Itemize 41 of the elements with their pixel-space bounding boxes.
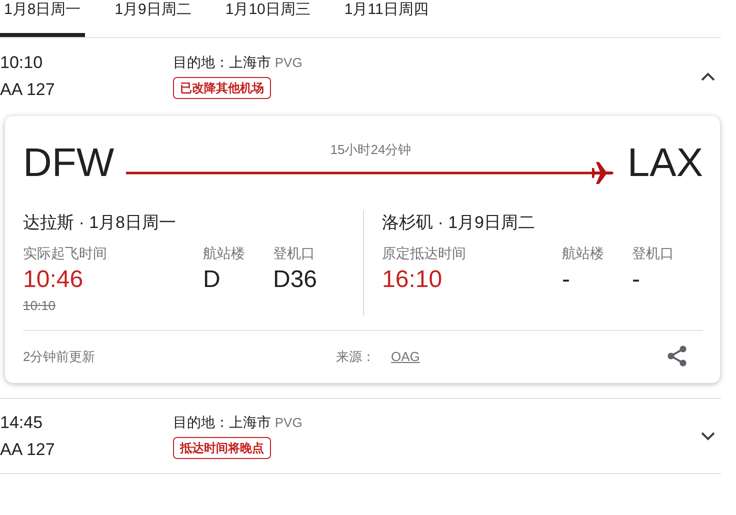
terminal-label: 航站楼 bbox=[562, 244, 605, 263]
destination-city: 上海市 bbox=[229, 414, 271, 430]
date-tab[interactable]: 1月9日周二 bbox=[110, 0, 196, 37]
departure-time: 10:10 bbox=[0, 52, 44, 74]
flight-number: AA 127 bbox=[0, 438, 56, 460]
flight-number: AA 127 bbox=[0, 78, 56, 100]
status-badge: 已改降其他机场 bbox=[173, 77, 271, 99]
gate-value: D36 bbox=[273, 265, 318, 295]
flight-duration: 15小时24分钟 bbox=[330, 141, 412, 159]
leg-heading: 达拉斯 · 1月8日周一 bbox=[23, 212, 178, 234]
time-value: 16:10 bbox=[382, 265, 444, 295]
gate-value: - bbox=[632, 265, 641, 295]
leg-heading: 洛杉矶 · 1月9日周二 bbox=[382, 212, 536, 234]
departure-time: 14:45 bbox=[0, 412, 44, 434]
route-line-plane-icon bbox=[126, 160, 616, 186]
terminal-value: D bbox=[203, 265, 222, 295]
gate-label: 登机口 bbox=[632, 244, 674, 263]
airport-code: PVG bbox=[274, 415, 302, 430]
origin-code: DFW bbox=[23, 140, 114, 185]
terminal-value: - bbox=[562, 265, 571, 295]
source-label: 来源： bbox=[336, 348, 375, 366]
date-tab[interactable]: 1月8日周一 bbox=[0, 0, 85, 37]
gate-label: 登机口 bbox=[273, 244, 316, 263]
terminal-label: 航站楼 bbox=[203, 244, 246, 263]
source-link[interactable]: OAG bbox=[391, 346, 420, 366]
destination-code: LAX bbox=[627, 140, 703, 185]
update-time: 2分钟前更新 bbox=[23, 348, 96, 366]
date-tab[interactable]: 1月11日周四 bbox=[340, 0, 432, 37]
time-label: 实际起飞时间 bbox=[23, 244, 108, 263]
airport-code: PVG bbox=[274, 55, 302, 70]
date-tab[interactable]: 1月10日周三 bbox=[221, 0, 314, 37]
scheduled-time: 10:10 bbox=[23, 297, 57, 315]
status-badge: 抵达时间将晚点 bbox=[173, 437, 271, 459]
share-icon[interactable] bbox=[667, 344, 687, 368]
chevron-icon bbox=[701, 72, 715, 81]
destination-label: 目的地： bbox=[173, 414, 229, 430]
destination-city: 上海市 bbox=[229, 54, 271, 70]
chevron-icon bbox=[701, 432, 715, 441]
destination-label: 目的地： bbox=[173, 54, 229, 70]
time-value: 10:46 bbox=[23, 265, 84, 295]
time-label: 原定抵达时间 bbox=[382, 244, 467, 263]
